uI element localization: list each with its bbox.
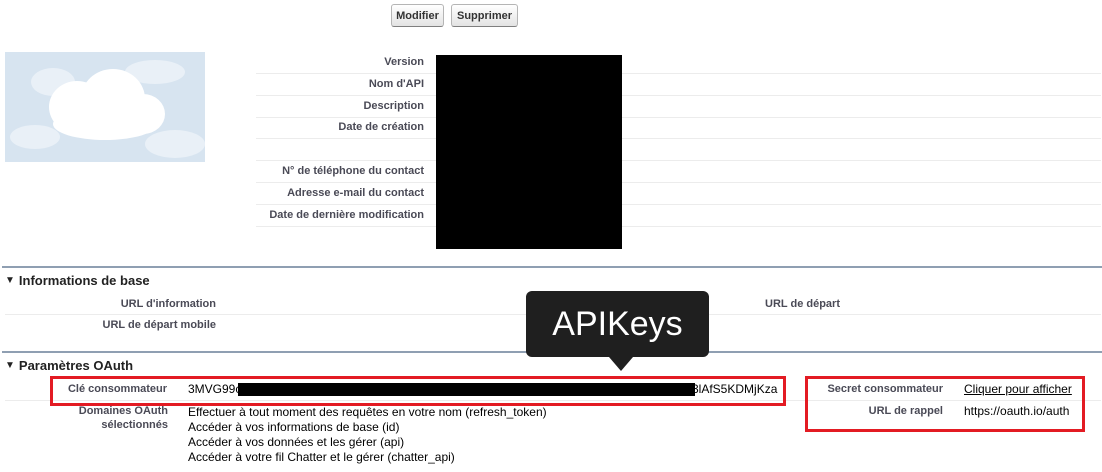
redacted-details [436,55,622,249]
mobile-start-url-label: URL de départ mobile [102,319,216,331]
row-divider [256,204,1101,205]
basic-info-section-title: Informations de base [18,273,150,288]
row-divider [256,117,1101,118]
secret-callback-highlight [805,376,1085,432]
contact-email-label: Adresse e-mail du contact [287,187,424,199]
row-divider [256,95,1101,96]
apikeys-tooltip: APIKeys [526,291,709,357]
oauth-section-title: Paramètres OAuth [18,358,134,373]
version-label: Version [384,56,424,68]
tooltip-arrow [609,357,633,371]
last-modified-label: Date de dernière modification [269,209,424,221]
scopes-label-line1: Domaines OAuth [78,405,168,417]
info-url-label: URL d'information [120,298,216,310]
oauth-section-header[interactable]: ▼ Paramètres OAuth [5,358,133,373]
app-logo [5,52,205,162]
section-divider [2,266,1102,268]
description-label: Description [363,100,424,112]
api-name-label: Nom d'API [368,78,424,90]
scope-item: Accéder à vos informations de base (id) [188,420,400,434]
contact-phone-label: N° de téléphone du contact [282,165,424,177]
consumer-key-highlight [50,376,786,406]
row-divider [256,73,1101,74]
scope-item: Accéder à votre fil Chatter et le gérer … [188,450,455,464]
row-divider [256,138,1101,139]
collapse-triangle-icon[interactable]: ▼ [5,360,15,371]
row-divider [256,182,1101,183]
cloud-icon [10,60,205,158]
row-divider [256,160,1101,161]
scopes-label-line2: sélectionnés [101,419,168,431]
row-divider [256,226,1101,227]
delete-button[interactable]: Supprimer [451,4,518,27]
scope-item: Accéder à vos données et les gérer (api) [188,435,405,449]
collapse-triangle-icon[interactable]: ▼ [5,275,15,286]
created-date-label: Date de création [338,121,424,133]
edit-button[interactable]: Modifier [391,4,444,27]
scope-item: Effectuer à tout moment des requêtes en … [188,405,547,419]
basic-info-section-header[interactable]: ▼ Informations de base [5,273,150,288]
